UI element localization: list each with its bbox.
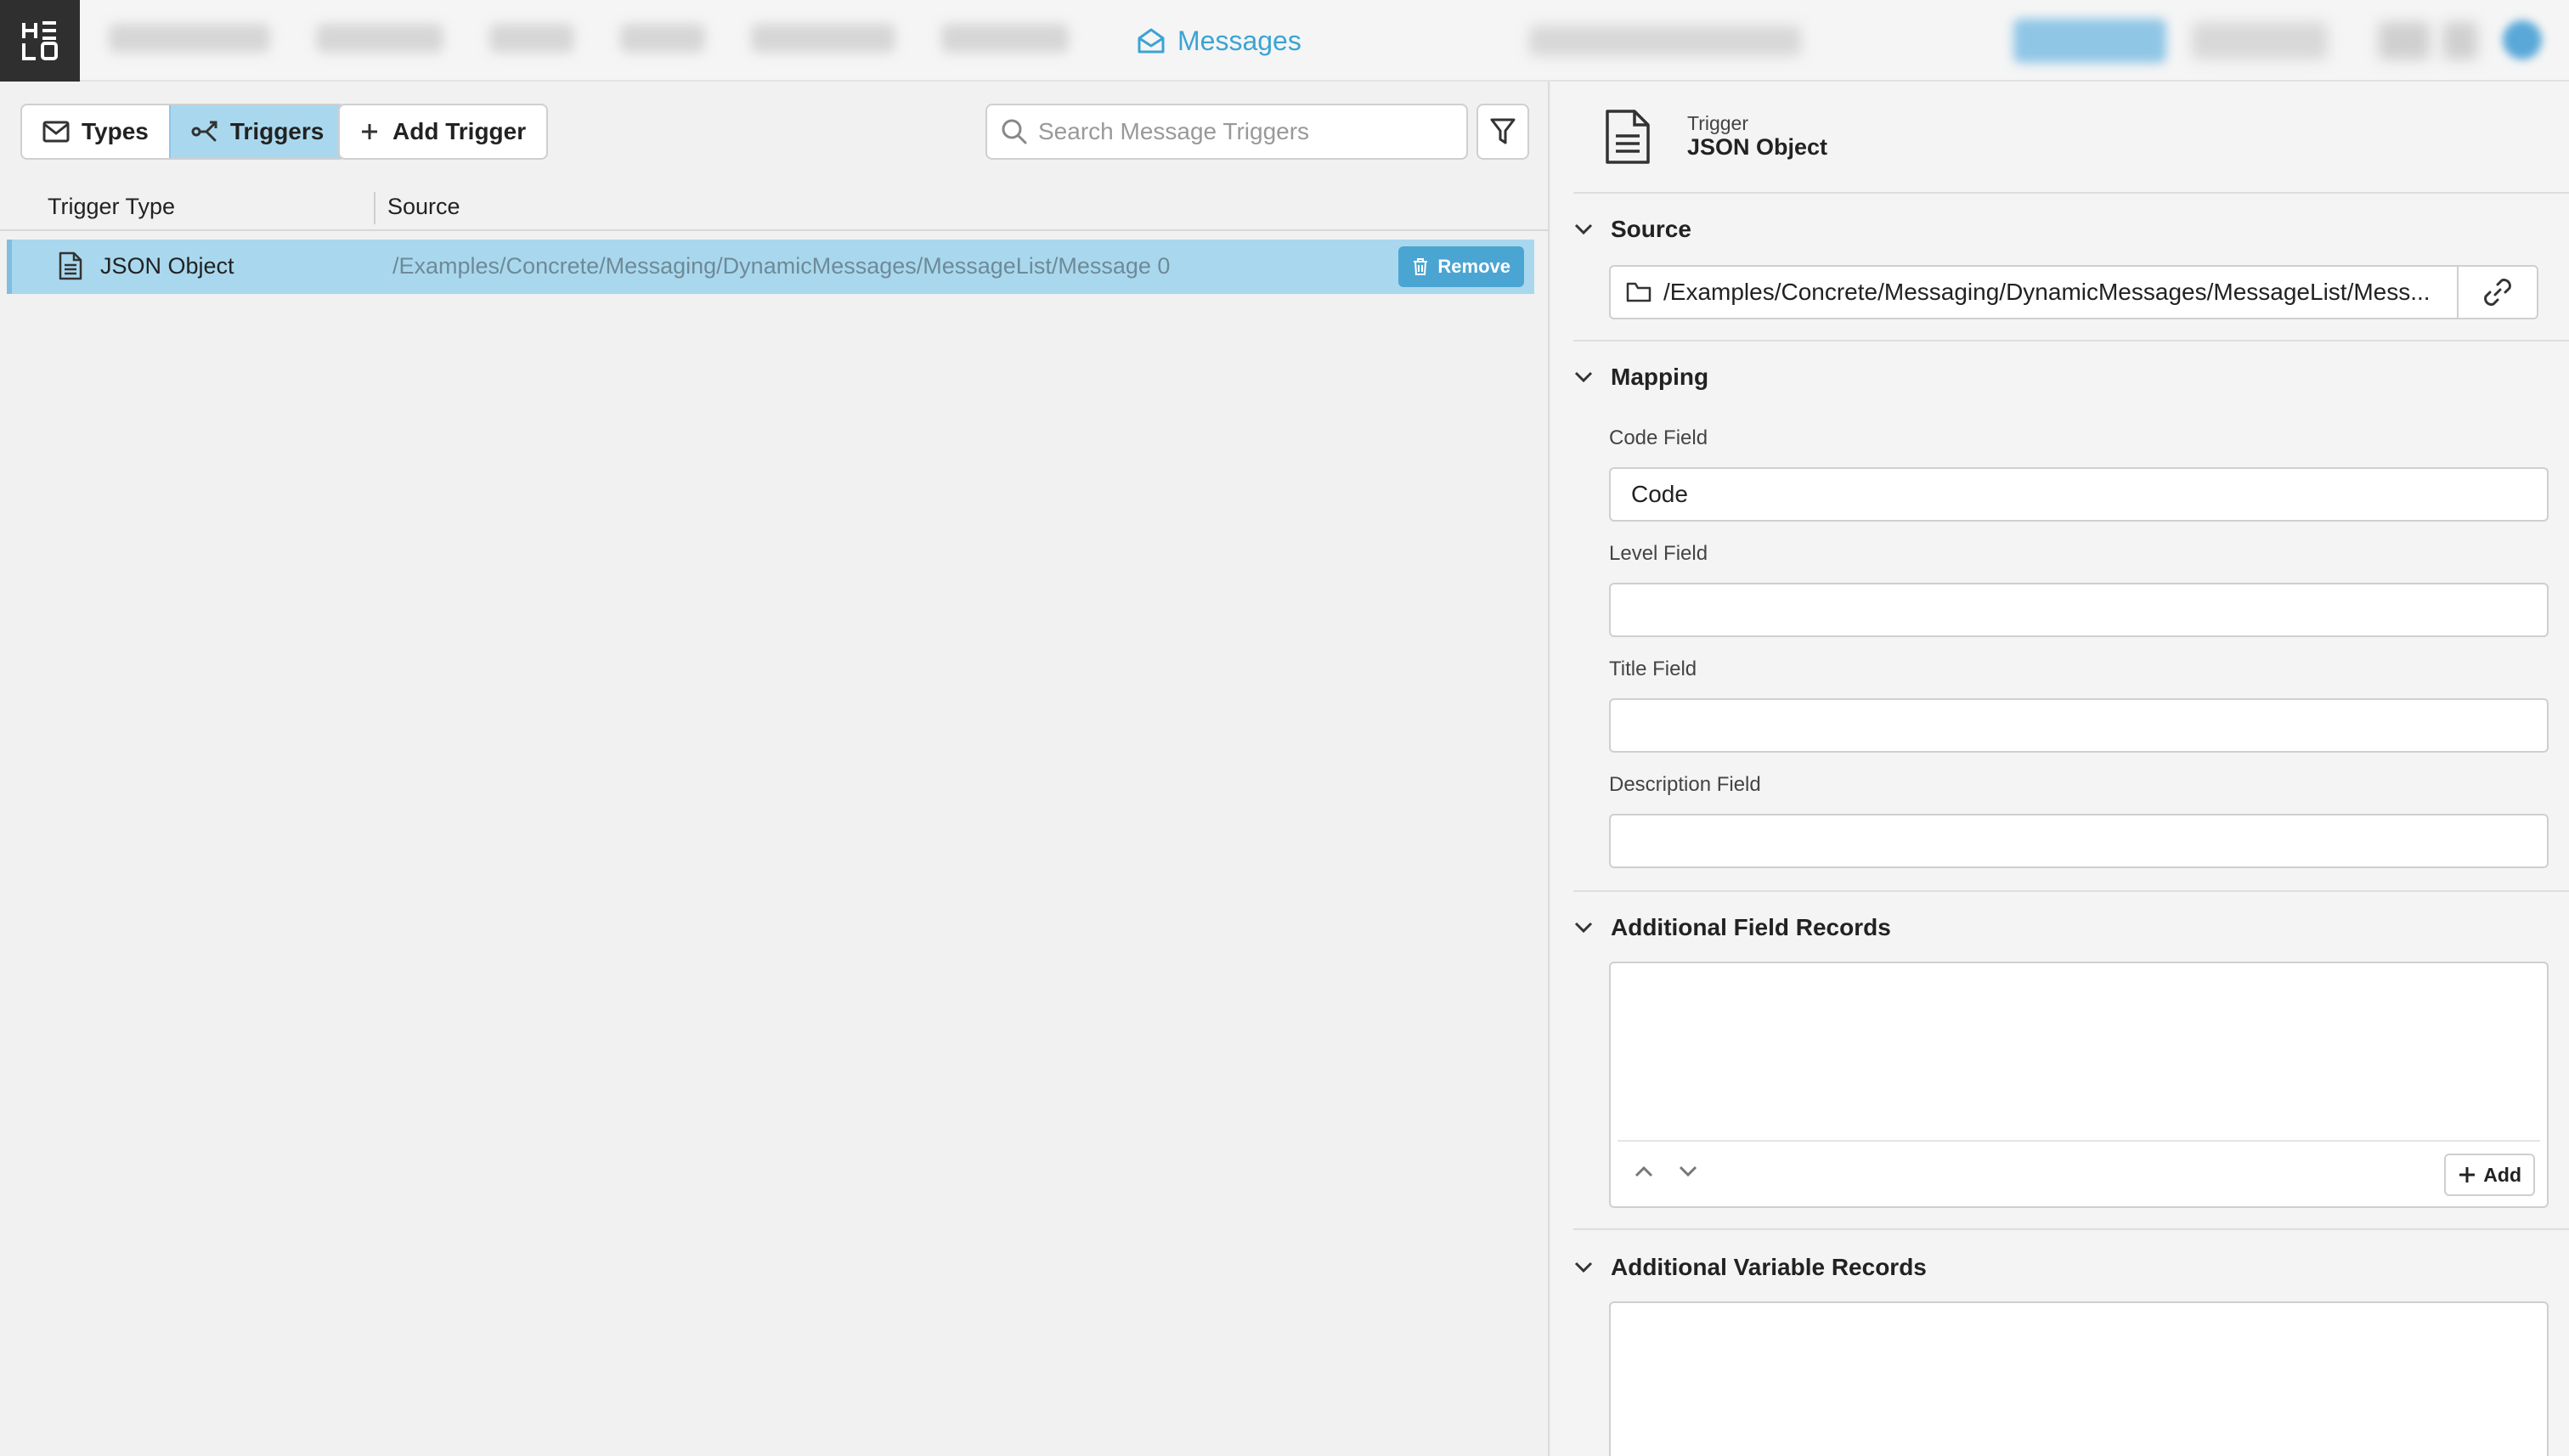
chevron-down-icon [1574,223,1593,235]
triggers-label: Triggers [229,118,325,144]
obscured-secondary-button[interactable] [2192,22,2328,59]
trash-icon [1414,258,1428,275]
remove-label: Remove [1437,256,1510,277]
triggers-toggle-button[interactable]: Triggers [168,105,345,158]
nav-item-messages[interactable]: Messages [1137,20,1301,61]
folder-icon [1626,282,1652,302]
add-trigger-button[interactable]: Add Trigger [338,104,549,160]
obscured-primary-button[interactable] [2013,19,2166,63]
chevron-down-icon [1574,1261,1593,1273]
app-logo[interactable] [0,0,80,82]
plus-icon [2459,1167,2476,1182]
additional-variable-records-header[interactable]: Additional Variable Records [1573,1254,1927,1281]
chevron-down-icon[interactable] [1677,1164,1699,1179]
envelope-icon [42,121,70,143]
divider [1573,1228,2569,1230]
link-button[interactable] [2457,265,2538,319]
description-field-label: Description Field [1609,773,1761,796]
search-input[interactable] [1038,118,1463,145]
mapping-section-title: Mapping [1611,364,1709,390]
add-record-button[interactable]: Add [2444,1154,2535,1196]
column-resize-handle[interactable] [374,192,375,224]
types-label: Types [82,118,149,144]
level-field-input[interactable] [1609,583,2549,637]
title-field-input[interactable] [1609,698,2549,753]
divider [1573,192,2569,194]
plus-icon [362,124,377,139]
obscured-dropdown[interactable] [1529,25,1801,56]
source-path-value: /Examples/Concrete/Messaging/DynamicMess… [1663,279,2431,305]
top-navigation-bar: Messages [0,0,2569,82]
divider [1573,340,2569,341]
list-toolbar: Types Triggers Add Trigger [20,104,1529,160]
column-header-trigger-type[interactable]: Trigger Type [48,194,175,220]
obscured-icon-button[interactable] [2379,22,2430,59]
view-toggle: Types Triggers [20,104,347,160]
remove-button[interactable]: Remove [1398,246,1524,287]
detail-kind-label: Trigger [1687,112,1748,134]
source-section-title: Source [1611,216,1691,242]
trigger-list-pane: Types Triggers Add Trigger Search Messag… [0,82,1550,1456]
additional-field-records-title: Additional Field Records [1611,914,1891,940]
chevron-down-icon [1574,922,1593,934]
chevron-down-icon [1574,371,1593,383]
level-field-label: Level Field [1609,542,1708,565]
link-icon [2484,279,2511,306]
divider [1573,890,2569,892]
nav-item-messages-label: Messages [1177,25,1301,56]
table-row[interactable]: JSON Object /Examples/Concrete/Messaging… [7,240,1534,294]
description-field-input[interactable] [1609,814,2549,868]
additional-field-records-header[interactable]: Additional Field Records [1573,914,1891,941]
code-field-input[interactable] [1609,467,2549,522]
source-section-header[interactable]: Source [1573,216,1691,243]
detail-title: JSON Object [1687,134,1828,160]
table-header: Trigger Type Source [0,190,1550,231]
source-path-field[interactable]: /Examples/Concrete/Messaging/DynamicMess… [1609,265,2459,319]
add-trigger-label: Add Trigger [392,118,527,144]
types-toggle-button[interactable]: Types [22,105,169,158]
filter-icon [1490,118,1516,144]
records-footer: Add [1618,1140,2540,1206]
row-trigger-type: JSON Object [100,253,234,279]
search-box [985,104,1468,160]
column-header-source[interactable]: Source [387,194,460,220]
trigger-detail-pane: Trigger JSON Object Source /Examples/Con… [1551,82,2569,1456]
envelope-open-icon [1138,28,1165,54]
obscured-icon-button[interactable] [2443,22,2477,59]
user-avatar[interactable] [2503,20,2542,59]
logo-icon [22,21,58,60]
document-icon [1606,110,1650,164]
title-field-label: Title Field [1609,657,1697,680]
additional-variable-records-list[interactable] [1609,1301,2549,1456]
trigger-branch-icon [191,121,217,142]
search-icon [1002,119,1027,144]
code-field-label: Code Field [1609,426,1708,449]
additional-variable-records-title: Additional Variable Records [1611,1254,1927,1280]
nav-obscured-items [109,24,1115,58]
document-icon [59,251,82,280]
additional-field-records-list[interactable]: Add [1609,962,2549,1208]
row-source-path: /Examples/Concrete/Messaging/DynamicMess… [392,253,1171,279]
filter-button[interactable] [1476,104,1529,160]
chevron-up-icon[interactable] [1633,1164,1655,1179]
add-record-label: Add [2483,1163,2521,1186]
mapping-section-header[interactable]: Mapping [1573,364,1708,391]
